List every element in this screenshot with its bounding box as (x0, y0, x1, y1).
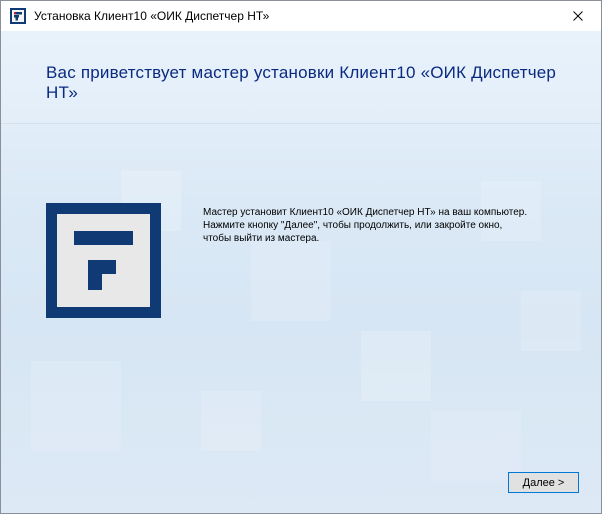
wizard-description: Мастер установит Клиент10 «ОИК Диспетчер… (203, 206, 583, 245)
description-line: чтобы выйти из мастера. (203, 233, 320, 244)
description-line: Нажмите кнопку "Далее", чтобы продолжить… (203, 220, 503, 231)
description-line: Мастер установит Клиент10 «ОИК Диспетчер… (203, 207, 528, 218)
title-bar[interactable]: Установка Клиент10 «ОИК Диспетчер НТ» (1, 1, 601, 31)
next-button[interactable]: Далее > (508, 472, 579, 493)
window-title: Установка Клиент10 «ОИК Диспетчер НТ» (34, 9, 270, 23)
close-button[interactable] (555, 1, 601, 31)
welcome-title: Вас приветствует мастер установки Клиент… (46, 63, 557, 102)
close-icon (573, 11, 583, 21)
wizard-content: Вас приветствует мастер установки Клиент… (1, 31, 601, 513)
company-logo-icon (46, 203, 161, 318)
installer-window: Установка Клиент10 «ОИК Диспетчер НТ» Ва… (0, 0, 602, 514)
installer-app-icon (10, 8, 26, 24)
